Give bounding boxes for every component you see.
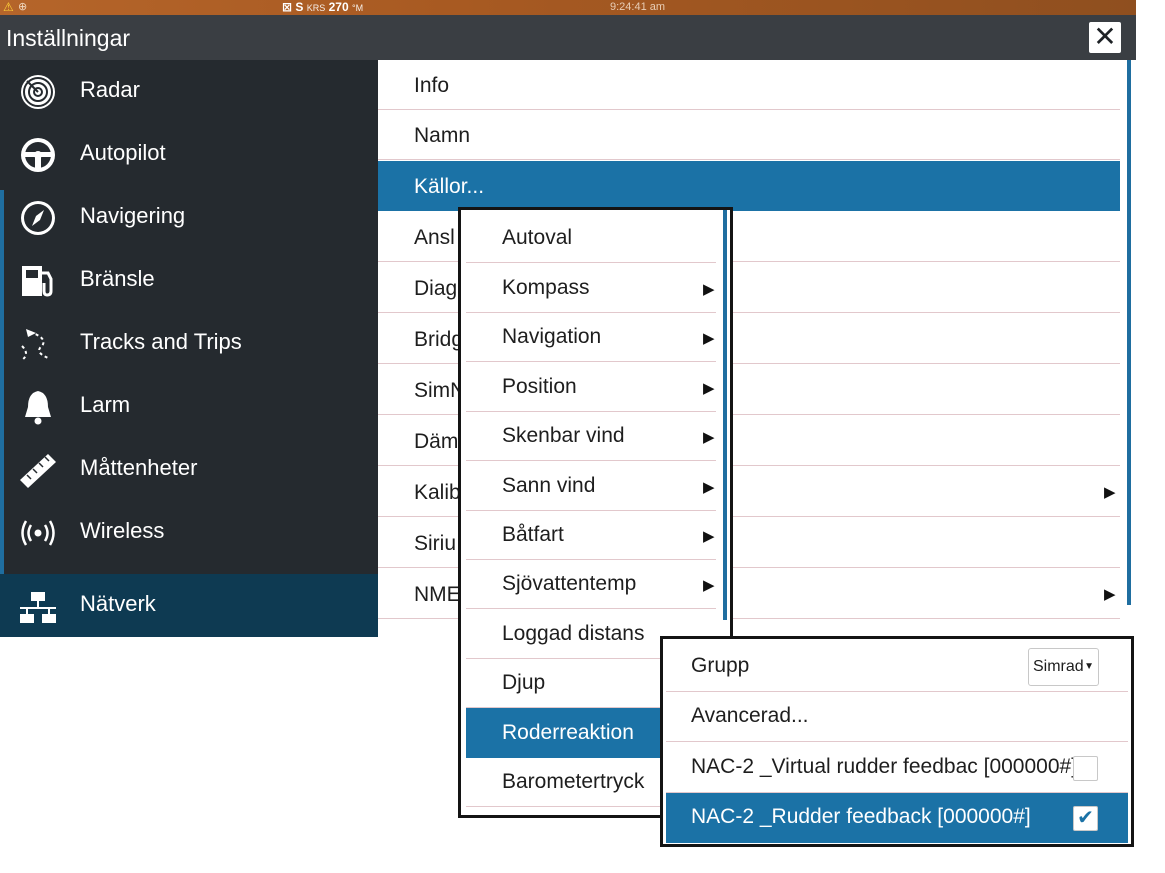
sidebar-item-natverk[interactable]: Nätverk bbox=[0, 574, 378, 637]
source-row-rudder-feedback[interactable]: NAC-2 _Rudder feedback [000000#] ✔ bbox=[666, 793, 1128, 843]
chevron-right-icon: ▶ bbox=[703, 429, 715, 446]
sidebar-item-mattenheter[interactable]: Måttenheter bbox=[0, 438, 378, 501]
chevron-right-icon: ▶ bbox=[1104, 586, 1116, 603]
source-checkbox[interactable] bbox=[1073, 756, 1098, 781]
chevron-right-icon: ▶ bbox=[703, 330, 715, 347]
sidebar-item-autopilot[interactable]: Autopilot bbox=[0, 123, 378, 186]
chevron-right-icon: ▶ bbox=[703, 281, 715, 298]
group-dropdown-value: Simrad bbox=[1033, 658, 1084, 675]
source-label: NAC-2 _Rudder feedback [000000#] bbox=[691, 805, 1031, 828]
list-item-kallor[interactable]: Källor... bbox=[378, 161, 1120, 211]
fuel-pump-icon bbox=[22, 266, 53, 297]
source-label: NAC-2 _Virtual rudder feedbac [000000#] bbox=[691, 755, 1078, 778]
group-label: Grupp bbox=[691, 654, 750, 677]
sidebar-item-bransle[interactable]: Bränsle bbox=[0, 249, 378, 312]
globe-icon: ⊕ bbox=[18, 1, 28, 13]
sidebar-item-label: Tracks and Trips bbox=[80, 329, 242, 354]
caret-down-icon: ▼ bbox=[1084, 661, 1094, 672]
heading-prefix: ⊠ S bbox=[282, 0, 304, 14]
submenu-item-label: Loggad distans bbox=[502, 622, 645, 645]
list-item-label: Bridg bbox=[414, 328, 464, 351]
heading-readout: ⊠ S KRS 270 °M bbox=[282, 0, 363, 15]
group-dropdown[interactable]: Simrad ▼ bbox=[1028, 648, 1099, 686]
submenu-item-label: Kompass bbox=[502, 276, 590, 299]
submenu-item-label: Sjövattentemp bbox=[502, 572, 637, 595]
heading-unit: KRS bbox=[306, 3, 326, 13]
submenu-item-skenbar-vind[interactable]: Skenbar vind ▶ bbox=[466, 411, 716, 461]
chevron-right-icon: ▶ bbox=[703, 380, 715, 397]
radar-icon bbox=[21, 75, 55, 109]
warning-icon[interactable]: ⚠ bbox=[3, 0, 14, 15]
status-bar: ⚠ ⊕ ⊠ S KRS 270 °M 9:24:41 am bbox=[0, 0, 1136, 15]
submenu-item-label: Djup bbox=[502, 671, 546, 694]
submenu-item-autoval[interactable]: Autoval bbox=[466, 213, 716, 263]
sidebar-item-label: Radar bbox=[80, 77, 140, 102]
wireless-icon bbox=[21, 520, 55, 546]
compass-icon bbox=[21, 201, 55, 235]
chevron-right-icon: ▶ bbox=[703, 479, 715, 496]
advanced-row[interactable]: Avancerad... bbox=[666, 692, 1128, 742]
sidebar-item-radar[interactable]: Radar bbox=[0, 60, 378, 123]
list-item-label: Kalib bbox=[414, 481, 461, 504]
sidebar-item-label: Autopilot bbox=[80, 140, 166, 165]
heading-value: 270 bbox=[328, 0, 349, 14]
list-item-label: Däm bbox=[414, 430, 459, 453]
scrollbar[interactable] bbox=[1127, 60, 1131, 605]
sidebar-item-navigering[interactable]: Navigering bbox=[0, 186, 378, 249]
sidebar-item-label: Larm bbox=[80, 392, 131, 417]
submenu-item-label: Barometertryck bbox=[502, 770, 645, 793]
list-item-label: Namn bbox=[414, 124, 471, 147]
list-item-namn[interactable]: Namn bbox=[378, 110, 1120, 160]
list-item-label: Siriu bbox=[414, 532, 457, 555]
submenu-item-navigation[interactable]: Navigation ▶ bbox=[466, 312, 716, 362]
sidebar-item-label: Måttenheter bbox=[80, 455, 198, 480]
submenu-item-label: Autoval bbox=[502, 226, 573, 249]
source-row-virtual-rudder[interactable]: NAC-2 _Virtual rudder feedbac [000000#] bbox=[666, 743, 1128, 793]
submenu-item-position[interactable]: Position ▶ bbox=[466, 362, 716, 412]
submenu-item-batfart[interactable]: Båtfart ▶ bbox=[466, 510, 716, 560]
list-item-label: Källor... bbox=[414, 175, 485, 198]
source-checkbox-checked[interactable]: ✔ bbox=[1073, 806, 1098, 831]
bell-icon bbox=[25, 391, 51, 425]
submenu-item-sjovattentemp[interactable]: Sjövattentemp ▶ bbox=[466, 559, 716, 609]
list-item-label: Diag bbox=[414, 277, 458, 300]
submenu-item-label: Roderreaktion bbox=[502, 721, 634, 744]
ruler-icon bbox=[20, 454, 56, 488]
close-button[interactable]: ✕ bbox=[1089, 22, 1121, 53]
page-title: Inställningar bbox=[6, 25, 131, 51]
steering-wheel-icon bbox=[21, 138, 55, 172]
list-item-label: Info bbox=[414, 74, 450, 97]
chevron-right-icon: ▶ bbox=[1104, 484, 1116, 501]
network-icon bbox=[20, 592, 56, 623]
list-item-info[interactable]: Info bbox=[378, 60, 1120, 110]
list-item-label: Ansl bbox=[414, 226, 455, 249]
submenu-item-kompass[interactable]: Kompass ▶ bbox=[466, 263, 716, 313]
source-panel: Grupp Simrad ▼ Avancerad... NAC-2 _Virtu… bbox=[660, 636, 1134, 847]
submenu-scrollbar[interactable] bbox=[723, 210, 727, 620]
submenu-item-label: Båtfart bbox=[502, 523, 564, 546]
sidebar-item-tracks-and-trips[interactable]: Tracks and Trips bbox=[0, 312, 378, 375]
track-icon bbox=[21, 329, 49, 361]
submenu-item-label: Navigation bbox=[502, 325, 602, 348]
sidebar-item-label: Navigering bbox=[80, 203, 186, 228]
sidebar-item-label: Nätverk bbox=[80, 591, 156, 616]
sidebar-item-larm[interactable]: Larm bbox=[0, 375, 378, 438]
sidebar-item-wireless[interactable]: Wireless bbox=[0, 501, 378, 564]
heading-suffix: °M bbox=[351, 3, 364, 13]
submenu-item-label: Skenbar vind bbox=[502, 424, 625, 447]
submenu-item-sann-vind[interactable]: Sann vind ▶ bbox=[466, 461, 716, 511]
clock: 9:24:41 am bbox=[610, 1, 666, 13]
chevron-right-icon: ▶ bbox=[703, 577, 715, 594]
submenu-item-label: Position bbox=[502, 375, 577, 398]
advanced-label: Avancerad... bbox=[691, 704, 809, 727]
sidebar-item-label: Wireless bbox=[80, 518, 165, 543]
sidebar-item-label: Bränsle bbox=[80, 266, 155, 291]
submenu-item-label: Sann vind bbox=[502, 474, 596, 497]
group-row: Grupp Simrad ▼ bbox=[666, 642, 1128, 692]
title-bar: Inställningar ✕ bbox=[0, 15, 1136, 60]
chevron-right-icon: ▶ bbox=[703, 528, 715, 545]
sidebar: Radar Autopilot Navigering Bränsle Track… bbox=[0, 60, 378, 637]
